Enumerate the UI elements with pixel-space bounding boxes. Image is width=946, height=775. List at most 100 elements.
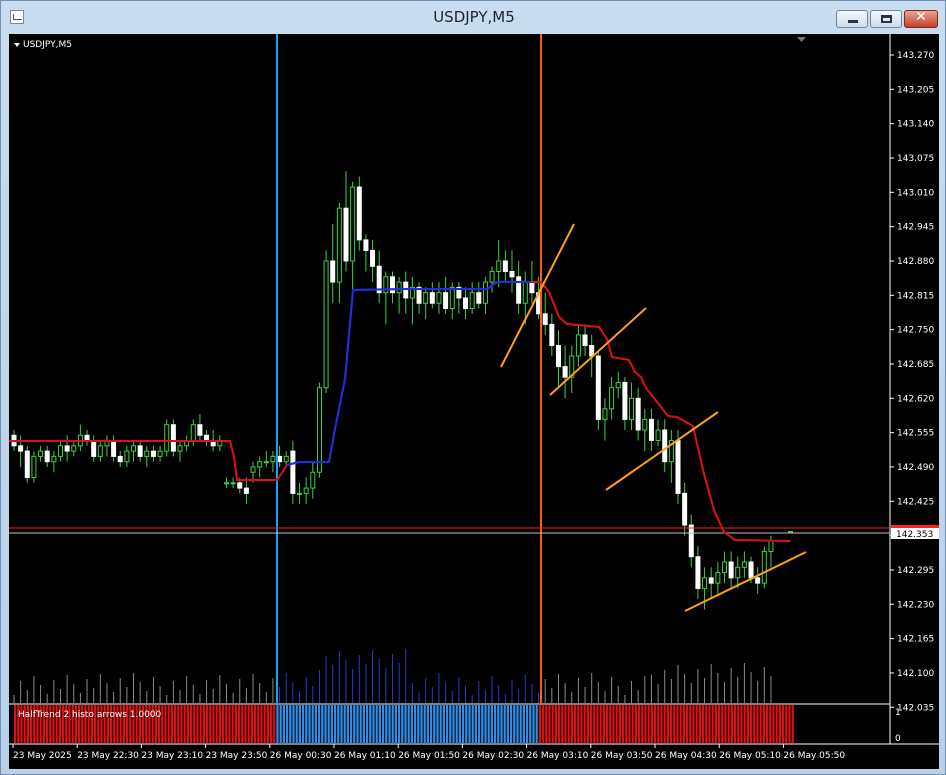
histogram-bar bbox=[324, 705, 327, 743]
candle-body bbox=[223, 482, 229, 485]
histogram-bar bbox=[654, 705, 657, 743]
title-bar[interactable]: USDJPY,M5 ✕ bbox=[1, 1, 946, 34]
candle-body bbox=[469, 292, 475, 310]
candle-body bbox=[290, 450, 296, 494]
candle-body bbox=[250, 466, 256, 473]
chart-area[interactable]: USDJPY,M5 143.270 143.205 143.140 143.075 14… bbox=[9, 34, 939, 769]
histogram-bar bbox=[452, 705, 455, 743]
histogram-bar bbox=[282, 705, 285, 743]
candle-body bbox=[741, 561, 747, 568]
time-tick-label: 26 May 03:50 bbox=[591, 751, 653, 761]
candle-body bbox=[708, 577, 714, 584]
histogram-bar bbox=[247, 705, 250, 743]
candle-body bbox=[615, 381, 621, 389]
candle-body bbox=[396, 281, 402, 294]
window-title: USDJPY,M5 bbox=[433, 8, 515, 26]
histogram-bar bbox=[506, 705, 509, 743]
candle-body bbox=[124, 450, 130, 463]
price-tick-label: 142.945 bbox=[897, 223, 934, 233]
histogram-bar bbox=[388, 705, 391, 743]
close-button[interactable]: ✕ bbox=[904, 9, 938, 28]
indicator-label: HalfTrend 2 histo arrows 1.0000 bbox=[18, 710, 162, 720]
candle-body bbox=[735, 566, 741, 579]
histogram-bar bbox=[532, 705, 535, 743]
histogram-bar bbox=[465, 705, 468, 743]
histogram-bar bbox=[740, 705, 743, 743]
histogram-bar bbox=[218, 705, 221, 743]
candle-body bbox=[237, 482, 243, 489]
histogram-bar bbox=[222, 705, 225, 743]
histogram-bar bbox=[641, 705, 644, 743]
histogram-bar bbox=[490, 705, 493, 743]
histogram-bar bbox=[756, 705, 759, 743]
histogram-bar bbox=[170, 705, 173, 743]
indicator-axis-label-0: 0 bbox=[895, 734, 901, 744]
histogram-bar bbox=[593, 705, 596, 743]
histogram-bar bbox=[724, 705, 727, 743]
candle-body bbox=[323, 260, 329, 389]
histogram-bar bbox=[273, 705, 276, 743]
histogram-bar bbox=[606, 705, 609, 743]
candle-body bbox=[761, 550, 767, 584]
histogram-bar bbox=[762, 705, 765, 743]
maximize-button[interactable] bbox=[870, 10, 902, 28]
histogram-bar bbox=[574, 705, 577, 743]
histogram-bar bbox=[634, 705, 637, 743]
candle-body bbox=[204, 434, 210, 442]
histogram-bar bbox=[545, 705, 548, 743]
histogram-bar bbox=[468, 705, 471, 743]
histogram-bar bbox=[190, 705, 193, 743]
histogram-bar bbox=[474, 705, 477, 743]
candle-body bbox=[389, 276, 395, 294]
histogram-bar bbox=[327, 705, 330, 743]
candle-body bbox=[137, 445, 143, 457]
candle-body bbox=[609, 387, 615, 410]
minimize-button[interactable] bbox=[836, 10, 868, 28]
candle-body bbox=[575, 334, 581, 357]
histogram-bar bbox=[286, 705, 289, 743]
candle-body bbox=[363, 239, 369, 251]
histogram-bar bbox=[714, 705, 717, 743]
histogram-bar bbox=[164, 705, 167, 743]
price-tick-label: 142.555 bbox=[897, 429, 934, 439]
candle-body bbox=[190, 424, 196, 442]
price-tick-label: 143.270 bbox=[897, 51, 934, 61]
histogram-bar bbox=[682, 705, 685, 743]
candle-body bbox=[297, 492, 303, 495]
price-tick-label: 142.880 bbox=[897, 257, 934, 267]
chart-canvas[interactable]: USDJPY,M5 143.270 143.205 143.140 143.075 14… bbox=[9, 34, 939, 769]
candle-body bbox=[476, 292, 482, 304]
histogram-bar bbox=[750, 705, 753, 743]
histogram-bar bbox=[167, 705, 170, 743]
histogram-bar bbox=[548, 705, 551, 743]
histogram-bar bbox=[426, 705, 429, 743]
histogram-bar bbox=[266, 705, 269, 743]
histogram-bar bbox=[494, 705, 497, 743]
histogram-bar bbox=[385, 705, 388, 743]
histogram-bar bbox=[404, 705, 407, 743]
histogram-bar bbox=[686, 705, 689, 743]
histogram-bar bbox=[295, 705, 298, 743]
histogram-bar bbox=[743, 705, 746, 743]
candle-body bbox=[702, 577, 708, 589]
histogram-bar bbox=[711, 705, 714, 743]
time-tick-label: 26 May 05:10 bbox=[719, 751, 781, 761]
histogram-bar bbox=[337, 705, 340, 743]
histogram-bar bbox=[462, 705, 465, 743]
histogram-bar bbox=[334, 705, 337, 743]
histogram-bar bbox=[583, 705, 586, 743]
time-tick-label: 23 May 23:10 bbox=[141, 751, 203, 761]
histogram-bar bbox=[554, 705, 557, 743]
candle-body bbox=[721, 561, 727, 574]
histogram-bar bbox=[695, 705, 698, 743]
histogram-bar bbox=[241, 705, 244, 743]
candle-body bbox=[91, 440, 97, 457]
histogram-bar bbox=[270, 705, 273, 743]
histogram-bar bbox=[734, 705, 737, 743]
time-tick-label: 26 May 00:30 bbox=[270, 751, 332, 761]
time-tick-label: 26 May 02:30 bbox=[462, 751, 524, 761]
histogram-bar bbox=[458, 705, 461, 743]
histogram-bar bbox=[769, 705, 772, 743]
histogram-bar bbox=[446, 705, 449, 743]
time-tick-label: 23 May 22:30 bbox=[77, 751, 139, 761]
